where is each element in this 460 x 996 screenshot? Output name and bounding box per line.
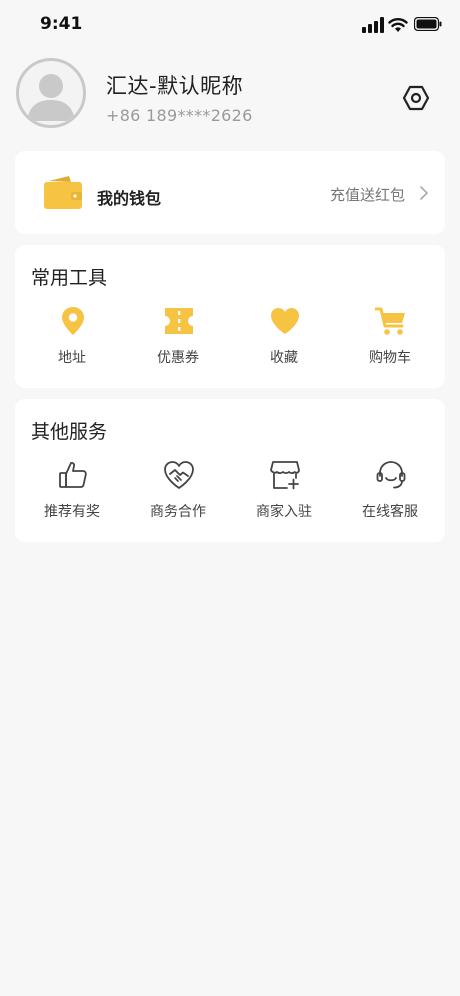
tool-item-cart[interactable]: 购物车 [337,303,443,383]
common-tools-card: 常用工具 地址 优惠券 收藏 购物车 [15,245,445,388]
tool-label: 地址 [58,350,86,366]
chevron-right-icon [420,186,428,200]
service-item-customer-service[interactable]: 在线客服 [337,457,443,537]
service-label: 商家入驻 [256,504,312,520]
other-services-title: 其他服务 [31,421,108,443]
status-bar: 9:41 [0,0,460,50]
common-tools-grid: 地址 优惠券 收藏 购物车 [15,303,445,383]
tool-item-address[interactable]: 地址 [19,303,125,383]
store-add-icon [270,461,300,490]
signal-icon [362,17,384,33]
tool-item-favorites[interactable]: 收藏 [231,303,337,383]
avatar[interactable] [16,58,86,128]
tool-label: 购物车 [369,350,411,366]
wifi-icon [388,18,408,32]
wallet-card[interactable]: 我的钱包 充值送红包 [15,151,445,234]
settings-icon[interactable] [402,84,430,112]
tool-label: 收藏 [270,350,298,366]
heart-icon [271,308,299,334]
service-label: 在线客服 [362,504,418,520]
handshake-heart-icon [164,461,194,489]
profile-header: 汇达-默认昵称 +86 189****2626 [0,56,460,136]
tool-label: 优惠券 [157,350,199,366]
service-label: 商务合作 [150,504,206,520]
tool-item-coupon[interactable]: 优惠券 [125,303,231,383]
location-pin-icon [62,307,84,335]
service-item-merchant-join[interactable]: 商家入驻 [231,457,337,537]
user-nickname[interactable]: 汇达-默认昵称 [106,70,243,100]
status-time: 9:41 [40,14,83,34]
wallet-promo[interactable]: 充值送红包 [330,184,405,205]
default-avatar-icon [27,74,75,121]
wallet-icon [44,176,82,209]
service-label: 推荐有奖 [44,504,100,520]
service-item-partnership[interactable]: 商务合作 [125,457,231,537]
battery-icon [414,17,442,31]
common-tools-title: 常用工具 [31,267,108,289]
headset-icon [376,461,406,489]
user-phone: +86 189****2626 [106,106,253,125]
wallet-label: 我的钱包 [97,189,162,208]
coupon-icon [165,308,193,334]
cart-icon [375,307,405,335]
other-services-grid: 推荐有奖 商务合作 商家入驻 在线客服 [15,457,445,537]
thumbs-up-icon [59,462,87,488]
other-services-card: 其他服务 推荐有奖 商务合作 商家入驻 在线客服 [15,399,445,542]
service-item-referral[interactable]: 推荐有奖 [19,457,125,537]
